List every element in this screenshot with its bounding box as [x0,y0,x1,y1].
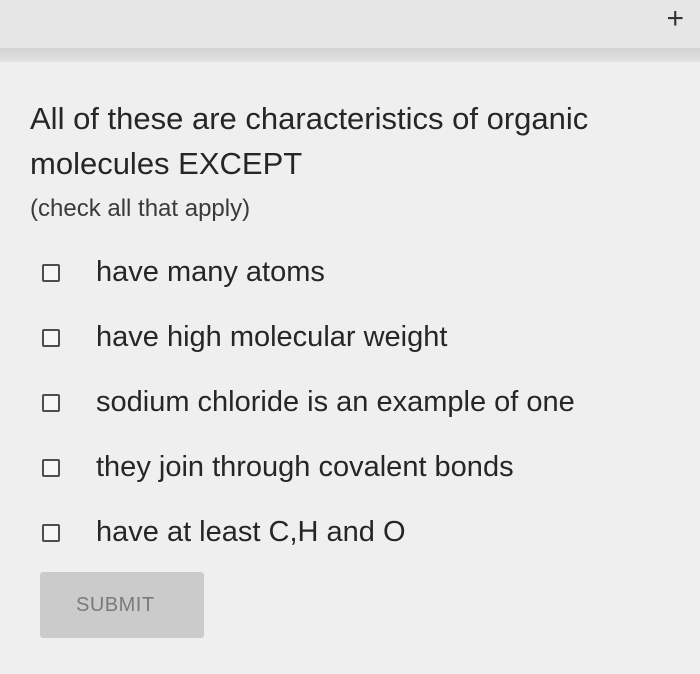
checkbox[interactable] [42,523,60,542]
option-label: have many atoms [96,256,325,288]
question-hint: (check all that apply) [30,195,251,222]
option-item[interactable]: they join through covalent bonds [42,435,575,500]
option-label: they join through covalent bonds [96,451,514,483]
top-bar [0,0,700,48]
checkbox[interactable] [42,328,60,347]
checkbox[interactable] [42,263,60,282]
checkbox[interactable] [42,393,60,412]
option-item[interactable]: have many atoms [42,240,575,305]
option-item[interactable]: have at least C,H and O [42,500,575,565]
option-label: have high molecular weight [96,321,448,353]
divider [0,48,700,62]
submit-button[interactable]: SUBMIT [40,572,204,638]
option-item[interactable]: have high molecular weight [42,305,575,370]
option-item[interactable]: sodium chloride is an example of one [42,370,575,435]
checkbox[interactable] [42,458,60,477]
options-list: have many atoms have high molecular weig… [42,240,575,565]
option-label: have at least C,H and O [96,516,406,548]
option-label: sodium chloride is an example of one [96,386,575,418]
add-button[interactable]: + [666,2,684,36]
question-text: All of these are characteristics of orga… [30,101,589,181]
